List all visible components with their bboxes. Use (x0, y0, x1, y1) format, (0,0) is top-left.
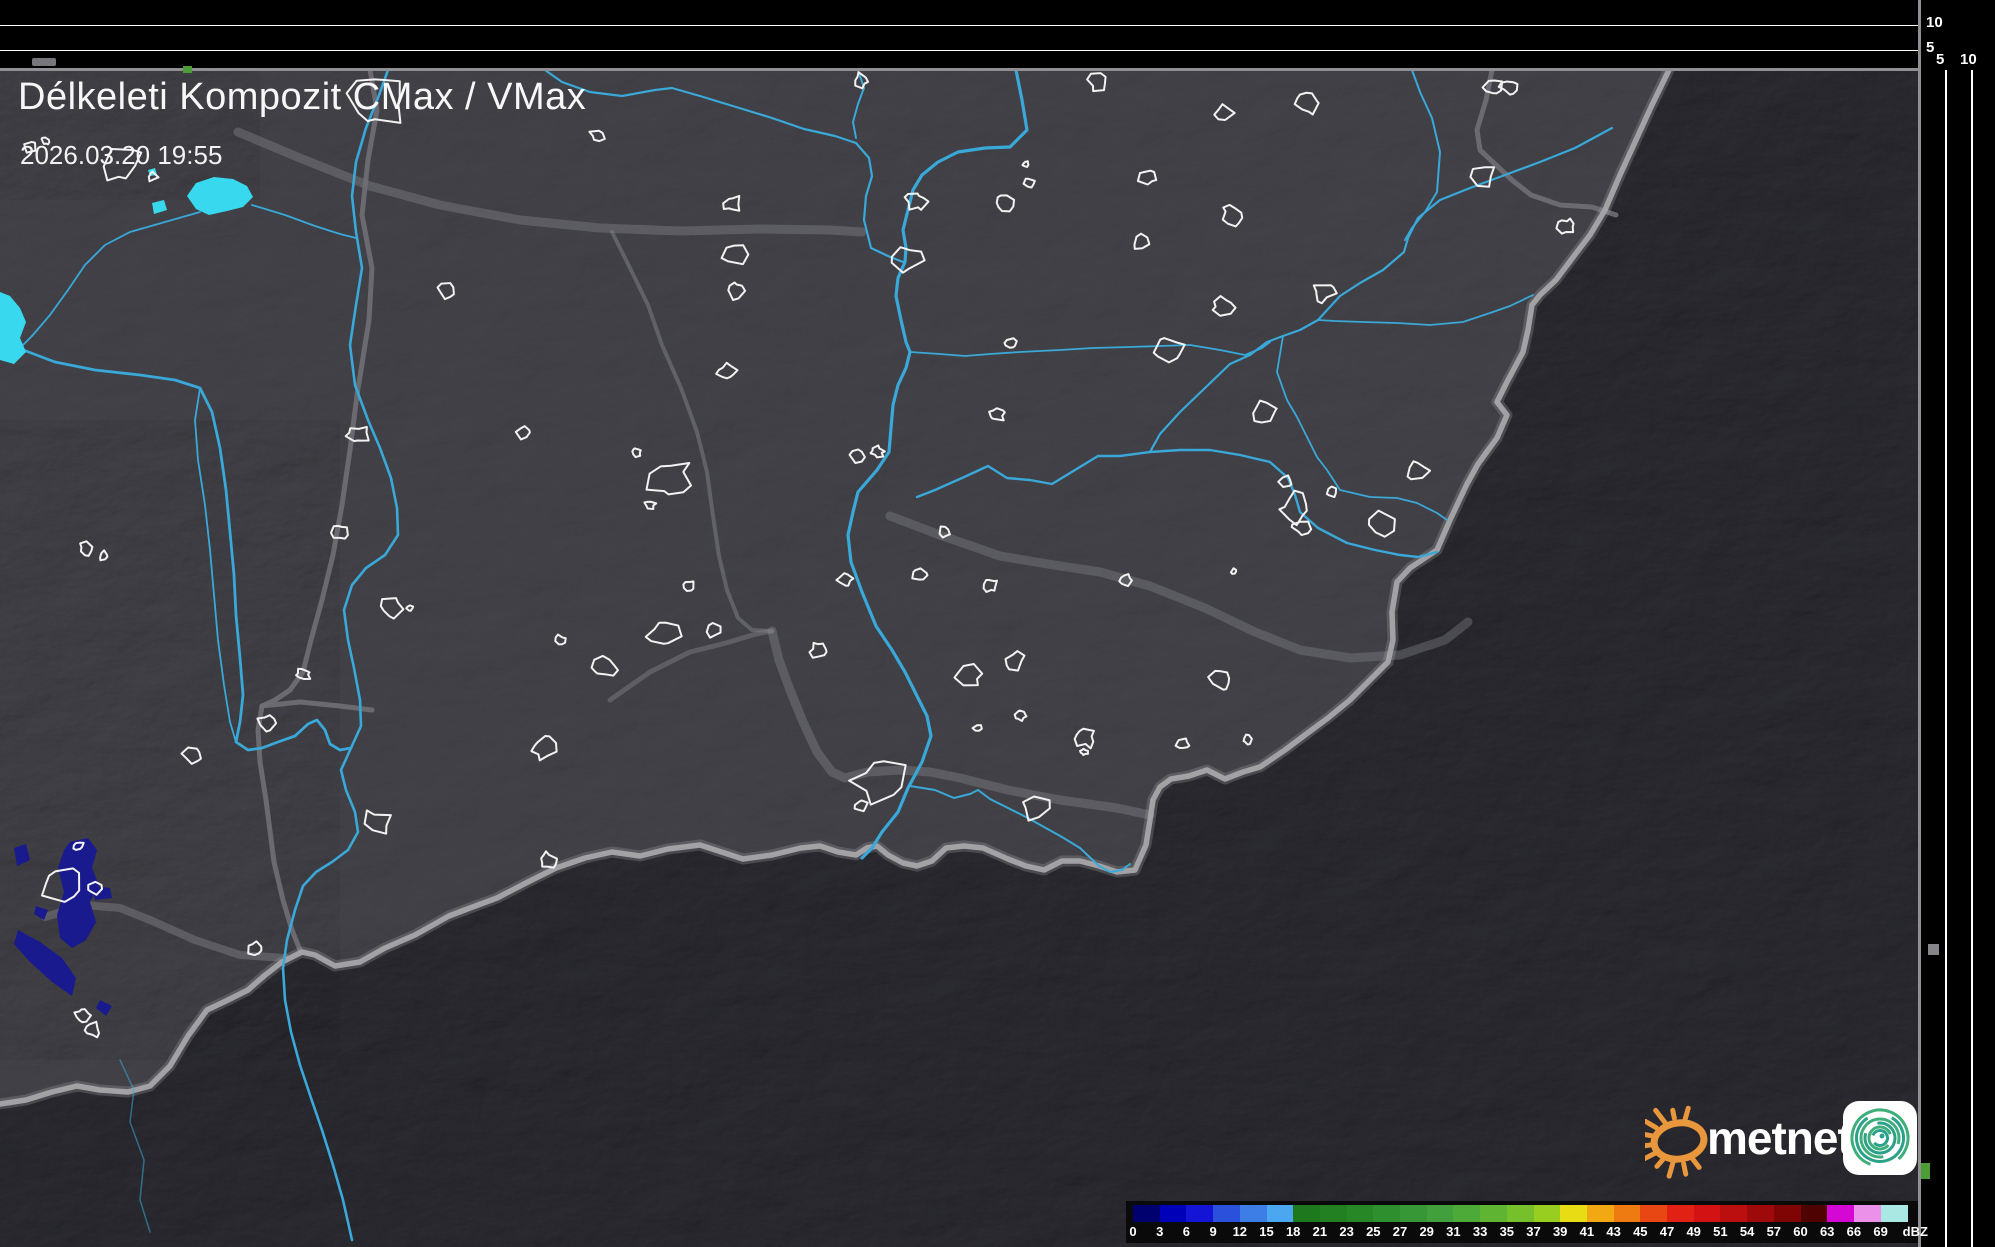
colorbar-tick-label: 0 (1129, 1224, 1137, 1239)
dbz-colorbar-legend: 0 3 6 9 12 15 18 21 23 25 27 29 31 33 35 37 39 41 43 45 47 49… (1126, 1201, 1928, 1243)
top-position-marker (183, 66, 192, 73)
colorbar-cell (1586, 1205, 1615, 1222)
colorbar-tick-label: 54 (1739, 1224, 1755, 1239)
colorbar-cell (1186, 1205, 1214, 1222)
colorbar-cell (1667, 1205, 1695, 1222)
colorbar-cell (1480, 1205, 1508, 1222)
colorbar-tick-label: 9 (1209, 1224, 1217, 1239)
spiral-arc (1855, 1113, 1905, 1163)
colorbar-tick-label: 25 (1366, 1224, 1381, 1239)
colorbar-cell (1319, 1205, 1348, 1222)
colorbar-cell (1213, 1205, 1241, 1222)
colorbar-tick-label: 35 (1499, 1224, 1515, 1239)
colorbar-tick-label: 60 (1793, 1224, 1808, 1239)
sun-ray (1645, 1132, 1657, 1139)
colorbar-cell (1640, 1205, 1668, 1222)
colorbar-tick-label: 18 (1285, 1224, 1301, 1239)
spiral-arc (1850, 1108, 1910, 1168)
ruler-gridline-v1 (1945, 70, 1947, 1247)
colorbar-tick-label: 21 (1312, 1224, 1328, 1239)
spiral-center (1879, 1133, 1885, 1139)
right-ruler-border (1918, 0, 1921, 1247)
colorbar-cell (1346, 1205, 1374, 1222)
colorbar-cell (1720, 1205, 1748, 1222)
colorbar-cell (1373, 1205, 1401, 1222)
colorbar-cell (1613, 1205, 1641, 1222)
colorbar-cell (1747, 1205, 1775, 1222)
sun-ray (1690, 1156, 1702, 1170)
sun-ray (1645, 1118, 1659, 1131)
top-scrollbar-handle[interactable] (32, 58, 56, 66)
colorbar-cell (1773, 1205, 1801, 1222)
ruler-tick-label: 10 (1926, 14, 1943, 31)
colorbar-tick-label: 15 (1259, 1224, 1274, 1239)
spiral-icon (1850, 1108, 1910, 1168)
colorbar-tick-label: 23 (1339, 1224, 1354, 1239)
sun-ray (1670, 1107, 1677, 1121)
colorbar-cell (1506, 1205, 1534, 1222)
sun-ray (1682, 1105, 1691, 1123)
colorbar-cell (1453, 1205, 1481, 1222)
colorbar-tick-label: 47 (1659, 1224, 1675, 1239)
timestamp: 2026.03.20 19:55 (20, 140, 223, 170)
colorbar-cell (1853, 1205, 1882, 1222)
colorbar-tick-label: 31 (1446, 1224, 1461, 1239)
colorbar-tick-label: 63 (1819, 1224, 1835, 1239)
spiral-logo-box (1843, 1101, 1917, 1175)
sun-ray (1653, 1107, 1668, 1126)
colorbar-cell (1159, 1205, 1187, 1222)
colorbar-cell (1293, 1205, 1321, 1222)
colorbar-cell (1400, 1205, 1428, 1222)
colorbar-tick-label: 69 (1873, 1224, 1888, 1239)
colorbar-cell (1426, 1205, 1454, 1222)
colorbar-tick-label: 51 (1713, 1224, 1728, 1239)
sun-core (1650, 1119, 1708, 1163)
colorbar-tick-label: 57 (1766, 1224, 1782, 1239)
radar-viewer: Délkeleti Kompozit CMax / VMax 2026.03.2… (0, 0, 1995, 1247)
colorbar-tick-label: 37 (1526, 1224, 1541, 1239)
colorbar-tick-label: 41 (1579, 1224, 1595, 1239)
colorbar-cell (1560, 1205, 1588, 1222)
ruler-gridline-h2 (0, 50, 1920, 51)
colorbar-tick-label: 3 (1156, 1224, 1164, 1239)
colorbar-tick-label: 33 (1472, 1224, 1488, 1239)
colorbar-tick-label: 66 (1846, 1224, 1862, 1239)
colorbar-tick-label: 49 (1686, 1224, 1701, 1239)
colorbar-tick-label: 45 (1633, 1224, 1648, 1239)
map-top-border (0, 68, 1995, 71)
sun-ray (1681, 1161, 1689, 1177)
colorbar-tick-label: 39 (1552, 1224, 1568, 1239)
right-scrollbar-handle[interactable] (1928, 944, 1939, 955)
radar-map-canvas (0, 70, 1920, 1247)
colorbar-tick-label: 43 (1606, 1224, 1621, 1239)
colorbar-cell (1827, 1205, 1855, 1222)
logo-text: metnet (1707, 1112, 1853, 1164)
colorbar-tick-label: 12 (1232, 1224, 1248, 1239)
colorbar-tick-label: 29 (1419, 1224, 1434, 1239)
colorbar-unit-label: dBZ (1902, 1224, 1928, 1239)
colorbar-cell (1800, 1205, 1828, 1222)
colorbar-tick-label: 27 (1392, 1224, 1408, 1239)
logo: metnet (1645, 1093, 1927, 1189)
colorbar-cell (1266, 1205, 1294, 1222)
colorbar-cell (1533, 1205, 1561, 1222)
right-ruler: 10 5 5 10 (1920, 0, 1995, 1247)
page-title: Délkeleti Kompozit CMax / VMax (18, 76, 587, 118)
colorbar-cell (1239, 1205, 1267, 1222)
colorbar-tick-label: 6 (1182, 1224, 1191, 1239)
sun-ray (1654, 1157, 1666, 1169)
sun-ray (1645, 1142, 1654, 1149)
top-ruler (0, 0, 1995, 70)
map-layers (0, 70, 1920, 1247)
ruler-tick-label: 10 (1960, 51, 1977, 68)
ruler-gridline-v2 (1971, 70, 1973, 1247)
colorbar-cell (1133, 1205, 1161, 1222)
ruler-gridline-h1 (0, 25, 1920, 26)
ruler-tick-label: 5 (1936, 51, 1945, 68)
colorbar-cell (1693, 1205, 1721, 1222)
colorbar-cell (1880, 1205, 1908, 1222)
ruler-tick-label: 5 (1926, 39, 1935, 56)
sun-ray (1666, 1159, 1676, 1179)
sun-ray (1645, 1149, 1660, 1162)
